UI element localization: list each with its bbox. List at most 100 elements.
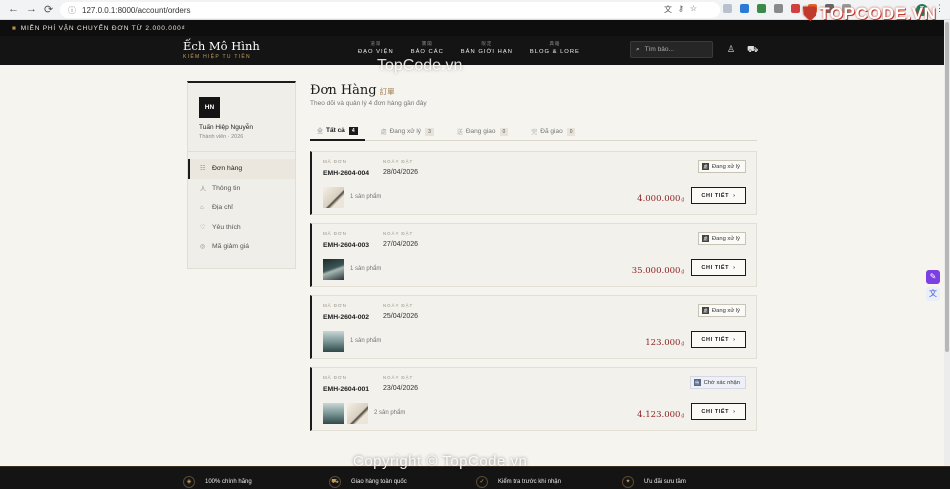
order-code: EMH-2604-003 [323,242,370,249]
product-thumbnail[interactable] [323,187,344,208]
back-icon[interactable]: ← [8,3,19,16]
sidebar-item-label: Yêu thích [212,223,241,231]
chevron-right-icon: › [733,408,736,415]
address-bar[interactable]: ⓘ 127.0.0.1:8000/account/orders [60,2,720,18]
assistant-icon[interactable]: ✎ [926,270,940,284]
product-thumbnail[interactable] [347,403,368,424]
url-text: 127.0.0.1:8000/account/orders [82,5,191,15]
menu-item-label: BẢN GIỚI HẠN [460,49,513,55]
truck-icon: ⛟ [329,476,341,488]
divider [188,151,295,152]
logo-name: Ếch Mô Hình [183,39,260,53]
chevron-right-icon: › [733,192,736,199]
order-date: 27/04/2026 [383,241,419,248]
order-card: MÃ ĐƠN NGÀY ĐẶT EMH-2604-003 27/04/2026 … [310,223,757,287]
extension-icon[interactable] [740,4,749,13]
order-detail-button[interactable]: CHI TIẾT › [691,187,746,204]
bookmark-star-icon[interactable]: ☆ [690,4,697,15]
page-title-han: 訂單 [379,87,395,96]
feature-inspect: ✓ Kiểm tra trước khi nhận [476,476,561,488]
product-thumbnail[interactable] [323,403,344,424]
order-date: 28/04/2026 [383,169,419,176]
sidebar-item-orders[interactable]: ☷ Đơn hàng [188,159,295,179]
currency-symbol: ₫ [681,269,684,275]
order-status-tabs: 全 Tất cả 4 處 Đang xử lý 3 送 Đang giao 0 … [310,122,757,141]
promo-text: MIỄN PHÍ VẬN CHUYỂN ĐƠN TỪ 2.000.000₫ [20,24,186,32]
extension-icon[interactable] [723,4,732,13]
site-logo[interactable]: Ếch Mô Hình KIẾM HIỆP TU TIÊN [183,39,260,60]
key-icon[interactable]: ⚷ [678,4,684,15]
order-code: EMH-2604-004 [323,170,370,177]
order-date-label: NGÀY ĐẶT [383,159,414,164]
order-total-value: 4.123.000 [637,410,681,420]
sidebar-item-address[interactable]: ⌂ Địa chỉ [188,198,295,218]
profile-icon: 人 [200,186,207,193]
status-icon: 處 [701,163,709,170]
order-code-label: MÃ ĐƠN [323,159,347,164]
product-thumbnail[interactable] [323,259,344,280]
menu-item-dao-vien[interactable]: 道眾 ĐẠO VIỆN [358,41,394,55]
tab-label: Tất cả [326,127,345,134]
product-thumbnail[interactable] [323,331,344,352]
extension-icon[interactable] [757,4,766,13]
page-title: Đơn Hàng 訂單 [310,83,395,98]
account-sidebar: HN Tuấn Hiệp Nguyễn Thành viên · 2026 ☷ … [187,81,296,269]
translate-icon[interactable]: 文 [664,4,672,15]
scrollbar-thumb[interactable] [945,22,949,352]
more-menu-icon[interactable]: ⋮ [935,3,944,14]
extension-icon[interactable] [774,4,783,13]
tab-label: Đang giao [465,128,496,135]
user-icon[interactable]: ♙ [727,44,735,55]
address-bar-actions: 文 ⚷ ☆ [664,4,697,15]
detail-label: CHI TIẾT [701,408,730,415]
tab-processing[interactable]: 處 Đang xử lý 3 [374,122,441,141]
status-text: Chờ xác nhận [703,379,740,386]
order-detail-button[interactable]: CHI TIẾT › [691,403,746,420]
order-date-label: NGÀY ĐẶT [383,303,414,308]
order-date-label: NGÀY ĐẶT [383,375,414,380]
cart-icon[interactable]: ⛟ [747,44,758,56]
item-count: 1 sản phẩm [350,194,382,200]
currency-symbol: ₫ [681,413,684,419]
reload-icon[interactable]: ⟳ [44,3,53,16]
feature-authentic: ◈ 100% chính hãng [183,476,252,488]
watermark-logo: ⛊ TOPCODE.VN [803,4,936,24]
order-code: EMH-2604-001 [323,386,370,393]
order-detail-button[interactable]: CHI TIẾT › [691,259,746,276]
order-card: MÃ ĐƠN NGÀY ĐẶT EMH-2604-004 28/04/2026 … [310,151,757,215]
menu-item-ban-gioi-han[interactable]: 限定 BẢN GIỚI HẠN [461,41,513,55]
order-detail-button[interactable]: CHI TIẾT › [691,331,746,348]
tab-all[interactable]: 全 Tất cả 4 [310,122,365,141]
site-info-icon[interactable]: ⓘ [68,5,76,16]
site-header: Ếch Mô Hình KIẾM HIỆP TU TIÊN 道眾 ĐẠO VIỆ… [0,36,950,65]
tab-delivered[interactable]: 完 Đã giao 0 [524,122,582,141]
detail-label: CHI TIẾT [701,192,730,199]
status-icon: 待 [693,379,701,386]
search-input[interactable]: ⌕ Tìm bảo... [630,41,713,58]
browser-nav: ← → ⟳ [0,3,53,16]
sidebar-item-wishlist[interactable]: ♡ Yêu thích [188,218,295,238]
extension-icon[interactable] [791,4,800,13]
feature-label: Giao hàng toàn quốc [351,479,407,485]
feature-label: Ưu đãi sưu tầm [644,479,686,485]
sidebar-item-profile[interactable]: 人 Thông tin [188,179,295,199]
check-icon: ✓ [476,476,488,488]
member-since: Thành viên · 2026 [199,134,244,140]
sidebar-item-coupons[interactable]: ◎ Mã giảm giá [188,237,295,257]
translate-widget-icon[interactable]: 文 [926,287,940,301]
order-thumbnails [323,331,344,352]
tab-shipping[interactable]: 送 Đang giao 0 [450,122,515,141]
menu-item-bao-cac[interactable]: 寶閣 BẢO CÁC [411,41,444,55]
forward-icon[interactable]: → [26,3,37,16]
order-total: 4.123.000₫ [637,410,684,420]
item-count: 1 sản phẩm [350,338,382,344]
status-badge: 處 Đang xử lý [697,232,746,245]
menu-item-blog-lore[interactable]: 典籍 BLOG & LORE [530,41,580,55]
tab-count: 0 [566,127,576,136]
tab-label: Đã giao [540,128,563,135]
account-nav: ☷ Đơn hàng 人 Thông tin ⌂ Địa chỉ ♡ Yêu t… [188,159,295,257]
menu-item-han: 道眾 [370,41,382,46]
delivered-icon: 完 [531,130,538,136]
item-count: 2 sản phẩm [374,410,406,416]
logo-tagline: KIẾM HIỆP TU TIÊN [183,54,251,60]
